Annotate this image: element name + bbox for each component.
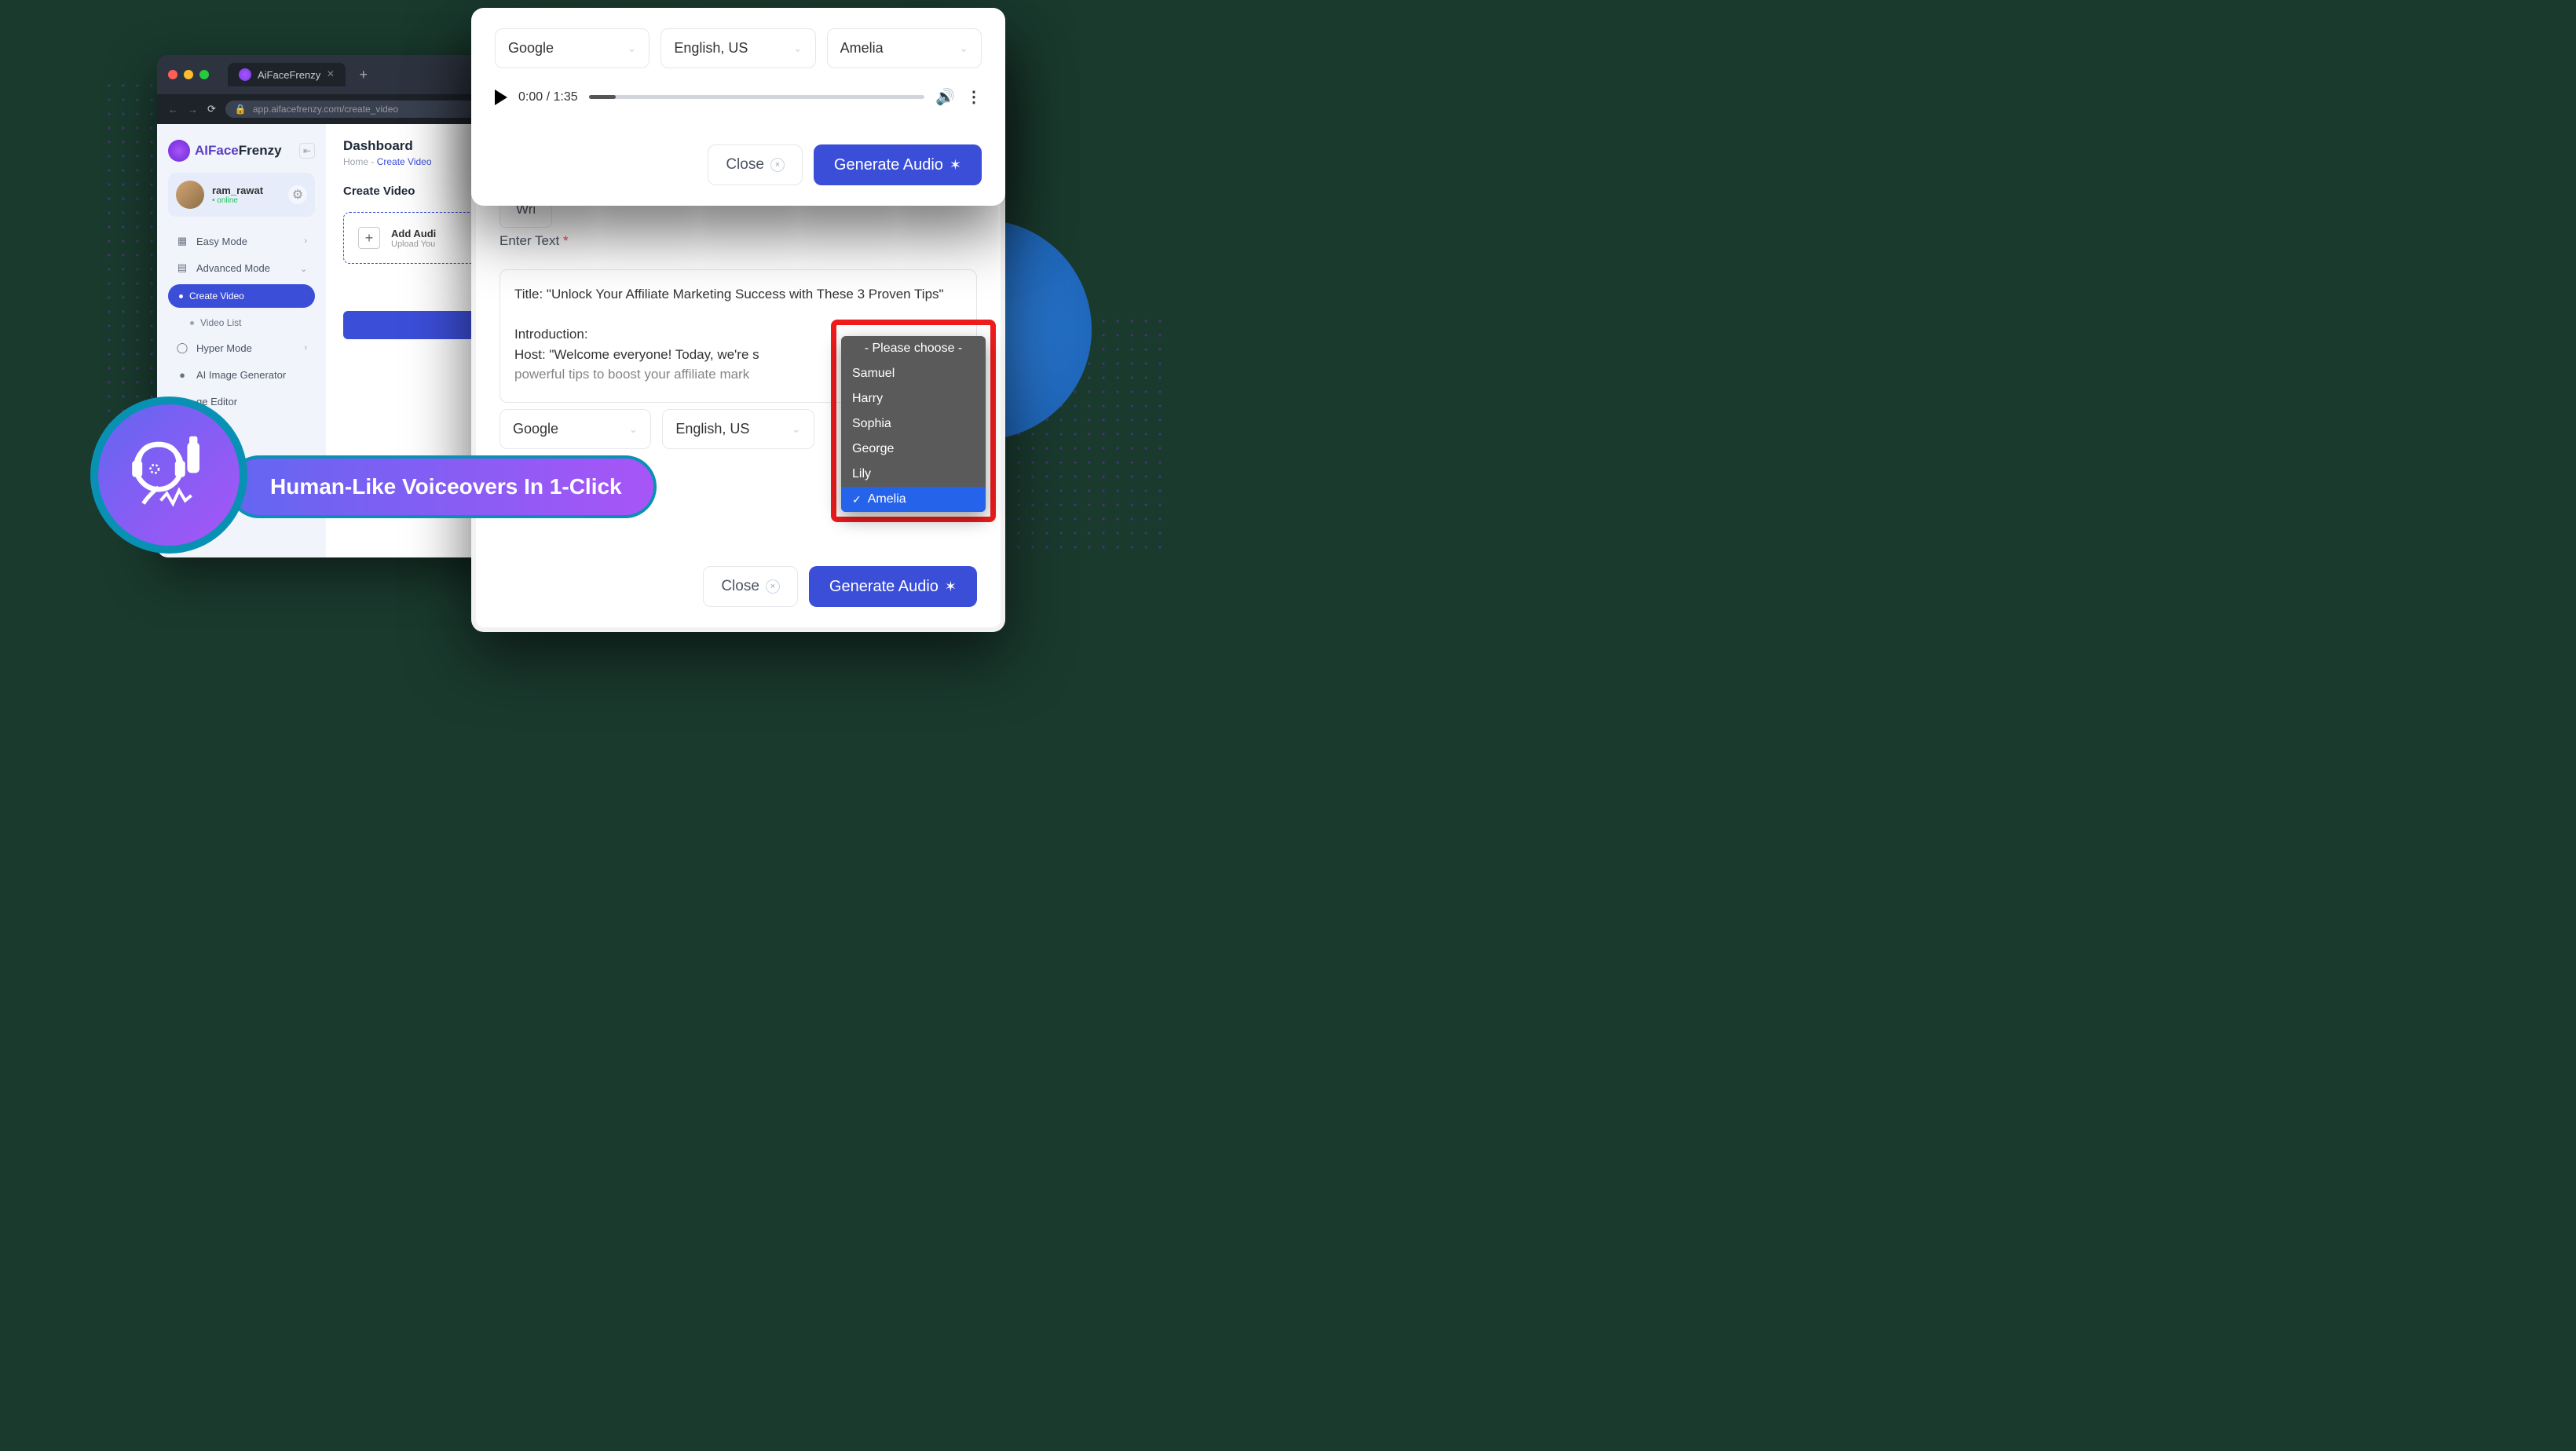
grid-icon: ▦ (176, 235, 188, 247)
close-button[interactable]: Close× (703, 566, 798, 607)
mic-icon: ● (176, 368, 188, 381)
chevron-down-icon: ⌄ (792, 422, 801, 436)
dropdown-item[interactable]: Harry (841, 386, 986, 411)
dropdown-item[interactable]: Lily (841, 462, 986, 487)
nav-sub-label: Create Video (189, 291, 244, 302)
url-text: app.aifacefrenzy.com/create_video (253, 104, 398, 115)
sidebar-item-easy-mode[interactable]: ▦ Easy Mode › (168, 228, 315, 254)
dropdown-placeholder: - Please choose - (841, 336, 986, 361)
chevron-down-icon: ⌄ (628, 42, 637, 55)
user-box[interactable]: ram_rawat • online ⚙ (168, 173, 315, 217)
new-tab-icon[interactable]: + (360, 67, 368, 83)
sidebar-item-ai-image[interactable]: ● AI Image Generator (168, 361, 315, 388)
dropdown-item-selected[interactable]: ✓Amelia (841, 487, 986, 512)
tab-favicon (239, 68, 251, 81)
voice-select[interactable]: Amelia⌄ (827, 28, 982, 68)
volume-icon[interactable]: 🔊 (935, 87, 955, 107)
feature-badge-text: Human-Like Voiceovers In 1-Click (228, 455, 657, 518)
layout-icon: ▤ (176, 261, 188, 274)
plus-icon: + (358, 227, 380, 249)
logo: AIFaceFrenzy ⇤ (168, 135, 315, 173)
close-button[interactable]: Close× (708, 144, 803, 185)
window-close-btn[interactable] (168, 70, 177, 79)
tab-close-icon[interactable]: × (327, 68, 334, 82)
window-min-btn[interactable] (184, 70, 193, 79)
upload-title: Add Audi (391, 228, 436, 239)
dropdown-item[interactable]: George (841, 437, 986, 462)
enter-text-label: Enter Text * (499, 233, 569, 248)
generate-audio-button[interactable]: Generate Audio✶ (814, 144, 982, 185)
language-select[interactable]: English, US⌄ (662, 409, 814, 449)
provider-select[interactable]: Google⌄ (495, 28, 649, 68)
dropdown-item[interactable]: Sophia (841, 411, 986, 437)
logo-text2: Frenzy (239, 143, 282, 158)
generate-audio-button[interactable]: Generate Audio✶ (809, 566, 977, 607)
logo-text1: AIFace (195, 143, 239, 158)
tab-title: AiFaceFrenzy (258, 69, 320, 81)
upload-subtitle: Upload You (391, 239, 436, 249)
check-icon: ✓ (852, 493, 862, 506)
more-icon[interactable]: ⋮ (966, 87, 982, 107)
forward-icon[interactable]: → (188, 104, 198, 115)
nav-label: Easy Mode (196, 236, 247, 247)
voice-dropdown-highlight: - Please choose - Samuel Harry Sophia Ge… (831, 320, 996, 522)
user-status: • online (212, 196, 263, 205)
window-max-btn[interactable] (199, 70, 209, 79)
sparkle-icon: ✶ (950, 157, 961, 174)
chevron-down-icon: ⌄ (793, 42, 803, 55)
sidebar-sub-video-list[interactable]: Video List (168, 311, 315, 334)
feature-badge-icon (90, 397, 247, 554)
browser-tab[interactable]: AiFaceFrenzy × (228, 63, 346, 86)
breadcrumb-active: Create Video (377, 156, 432, 167)
chevron-right-icon: › (304, 236, 307, 246)
bullet-icon (179, 294, 183, 298)
play-icon[interactable] (495, 90, 507, 105)
audio-player: 0:00 / 1:35 🔊 ⋮ (495, 82, 982, 111)
gear-icon[interactable]: ⚙ (288, 185, 307, 204)
headphone-profile-icon (118, 424, 220, 526)
audio-time: 0:00 / 1:35 (518, 90, 578, 104)
user-name: ram_rawat (212, 185, 263, 196)
nav-label: AI Image Generator (196, 369, 286, 381)
breadcrumb-home[interactable]: Home (343, 156, 368, 167)
logo-icon (168, 140, 190, 162)
reload-icon[interactable]: ⟳ (207, 103, 216, 115)
nav-label: Hyper Mode (196, 342, 252, 354)
chevron-down-icon: ⌄ (629, 422, 639, 436)
audio-controls-modal: Google⌄ English, US⌄ Amelia⌄ 0:00 / 1:35… (471, 8, 1005, 206)
chevron-up-icon: ⌃ (300, 263, 307, 273)
language-select[interactable]: English, US⌄ (660, 28, 815, 68)
chevron-down-icon: ⌄ (959, 42, 968, 55)
nav-sub-label: Video List (200, 317, 241, 328)
nav-label: Advanced Mode (196, 262, 270, 274)
avatar (176, 181, 204, 209)
sidebar-toggle-icon[interactable]: ⇤ (299, 143, 315, 159)
audio-progress[interactable] (589, 95, 924, 99)
sidebar-item-hyper-mode[interactable]: ◯ Hyper Mode › (168, 334, 315, 361)
sidebar-item-advanced-mode[interactable]: ▤ Advanced Mode ⌃ (168, 254, 315, 281)
sidebar-sub-create-video[interactable]: Create Video (168, 284, 315, 308)
lock-icon: 🔒 (235, 104, 247, 115)
close-x-icon: × (766, 579, 780, 594)
progress-fill (589, 95, 616, 99)
back-icon[interactable]: ← (168, 104, 178, 115)
sparkle-icon: ✶ (945, 579, 957, 595)
dropdown-item[interactable]: Samuel (841, 361, 986, 386)
bullet-icon (190, 321, 194, 325)
voice-dropdown[interactable]: - Please choose - Samuel Harry Sophia Ge… (841, 336, 986, 512)
required-asterisk: * (563, 233, 569, 248)
chevron-right-icon: › (304, 343, 307, 353)
provider-select[interactable]: Google⌄ (499, 409, 651, 449)
text-line: Title: "Unlock Your Affiliate Marketing … (514, 284, 962, 305)
close-x-icon: × (770, 158, 785, 172)
circle-icon: ◯ (176, 342, 188, 354)
